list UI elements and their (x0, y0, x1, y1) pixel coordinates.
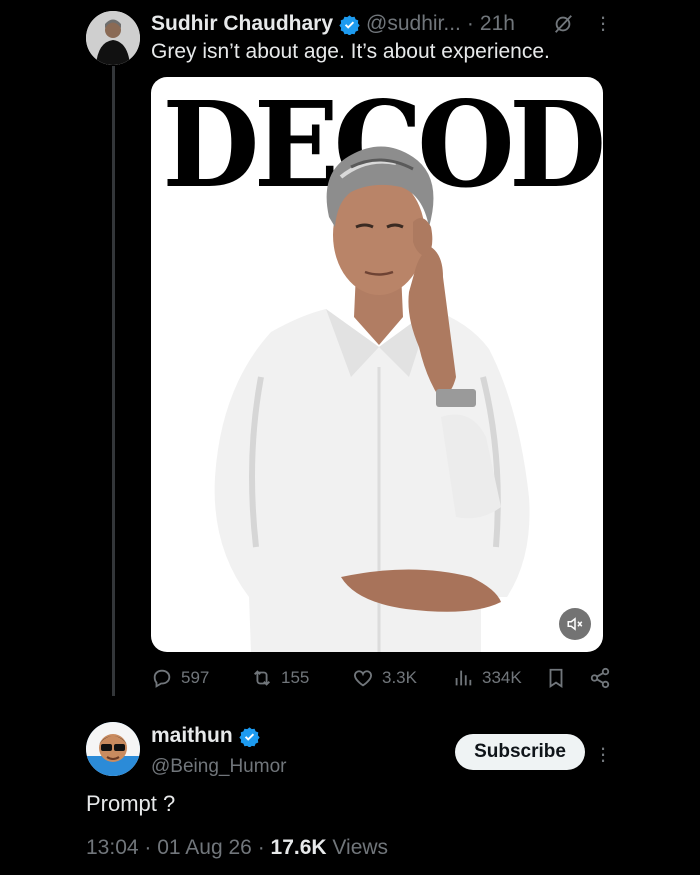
tweet-text: Grey isn’t about age. It’s about experie… (151, 40, 550, 63)
reply-header: maithun (151, 724, 260, 748)
reply-author-name[interactable]: maithun (151, 724, 233, 748)
reply-avatar[interactable] (86, 722, 140, 776)
grok-icon[interactable] (552, 13, 574, 35)
reply-avatar-image (86, 722, 140, 776)
share-icon[interactable] (589, 667, 611, 689)
author-name[interactable]: Sudhir Chaudhary (151, 12, 333, 36)
author-handle[interactable]: @sudhir... (366, 12, 461, 36)
tweet-time[interactable]: 21h (480, 12, 515, 36)
like-count: 3.3K (382, 668, 417, 687)
post-views-count: 17.6K (270, 836, 327, 859)
reply-author-handle[interactable]: @Being_Humor (151, 756, 286, 778)
reply-count: 597 (181, 668, 210, 687)
reply-button[interactable]: 597 (151, 667, 209, 689)
like-icon (353, 670, 373, 687)
reply-icon (153, 669, 171, 688)
bookmark-icon[interactable] (545, 667, 567, 689)
post-views-label: Views (332, 836, 389, 859)
post-date[interactable]: 01 Aug 26 (157, 836, 252, 859)
more-icon[interactable]: · · · (598, 737, 608, 771)
views-icon (455, 670, 472, 686)
avatar[interactable] (86, 11, 140, 65)
repost-icon (254, 670, 270, 686)
tweet-action-bar: 597 155 3.3K 334K (151, 667, 621, 693)
more-icon[interactable]: · · · (598, 6, 608, 40)
subscribe-button[interactable]: Subscribe (455, 734, 585, 770)
tweet-media[interactable]: DECODE (151, 77, 603, 652)
meta-separator: · (144, 836, 152, 859)
magazine-cover-photo (214, 146, 530, 652)
time-separator: · (466, 12, 474, 35)
verified-badge-icon (339, 14, 360, 35)
repost-count: 155 (281, 668, 310, 687)
meta-separator: · (257, 836, 265, 859)
post-metadata: 13:04 · 01 Aug 26 · 17.6K Views (86, 836, 388, 860)
views-button[interactable]: 334K (452, 667, 522, 689)
repost-button[interactable]: 155 (251, 667, 309, 689)
verified-badge-icon (239, 726, 260, 747)
like-button[interactable]: 3.3K (352, 667, 417, 689)
mute-button[interactable] (559, 608, 591, 640)
views-count: 334K (482, 668, 522, 687)
reply-text: Prompt ? (86, 791, 176, 816)
mute-icon (567, 617, 583, 631)
thread-connector-line (112, 66, 115, 696)
author-avatar-image (86, 11, 140, 65)
post-time[interactable]: 13:04 (86, 836, 139, 859)
tweet-header: Sudhir Chaudhary @sudhir... · 21h (151, 10, 515, 38)
